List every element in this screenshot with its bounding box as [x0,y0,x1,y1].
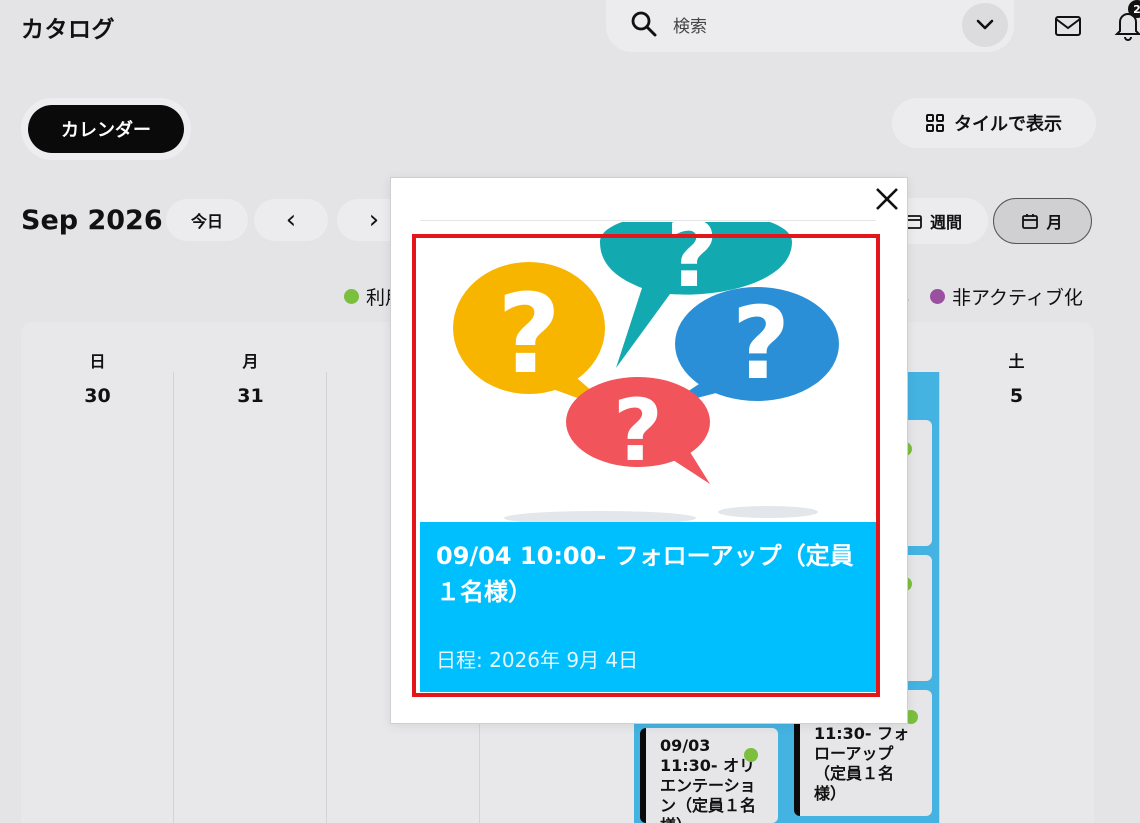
event-text: 09/03 11:30- オリエンテーション（定員１名様） [660,736,757,823]
legend-dot [344,289,359,304]
svg-text:?: ? [732,285,790,402]
calendar-icon [1022,214,1039,229]
column-divider [326,372,327,823]
modal-divider [420,220,876,221]
column-divider [173,372,174,823]
svg-text:?: ? [666,222,718,308]
event-title: 09/04 10:00- フォローアップ（定員１名様） [436,542,854,606]
month-view-button[interactable]: 月 [993,198,1092,244]
legend-dot [930,289,945,304]
weekday-monday: 月 [242,352,259,371]
weekday-saturday: 土 [1008,352,1025,371]
search-input[interactable]: 検索 [673,12,707,37]
search-bar[interactable]: 検索 [606,0,1014,52]
today-button[interactable]: 今日 [166,199,248,241]
event-date: 日程: 2026年 9月 4日 [436,648,639,672]
day-number[interactable]: 30 [21,385,174,407]
search-icon [631,11,657,37]
chevron-down-icon [976,19,994,30]
question-bubbles-illustration: ? ? ? ? [420,222,876,522]
event-image: ? ? ? ? [420,222,876,522]
grid-icon [926,114,944,132]
current-month-label: Sep 2026 [21,205,163,236]
app-title: カタログ [21,17,115,43]
tile-view-label: タイルで表示 [954,114,1062,135]
calendar-view-button[interactable]: カレンダー [28,105,184,153]
calendar-icon [906,215,922,229]
event-text: 11:30- フォローアップ（定員１名様） [814,724,910,803]
svg-text:?: ? [497,270,561,398]
view-toggle: カレンダー [21,98,191,160]
legend-item-inactive: 非アクティブ化 [930,283,1083,310]
svg-text:?: ? [613,381,663,481]
day-number[interactable]: 31 [174,385,327,407]
close-icon[interactable] [874,186,900,212]
notification-badge: 2 [1128,0,1140,18]
month-view-label: 月 [1046,213,1063,232]
legend-label: 非アクティブ化 [952,287,1083,309]
weekday-sunday: 日 [89,352,106,371]
mail-icon[interactable] [1054,13,1082,39]
day-number[interactable]: 5 [940,385,1093,407]
status-dot [744,748,758,762]
column-divider [939,372,940,823]
prev-month-button[interactable]: ‹ [254,199,328,241]
tile-view-button[interactable]: タイルで表示 [892,98,1096,148]
event-card[interactable]: 09/03 11:30- オリエンテーション（定員１名様） [640,728,778,823]
week-view-label: 週間 [929,213,962,232]
event-info-panel: 09/04 10:00- フォローアップ（定員１名様） 日程: 2026年 9月… [420,522,876,692]
search-dropdown-button[interactable] [962,3,1008,47]
